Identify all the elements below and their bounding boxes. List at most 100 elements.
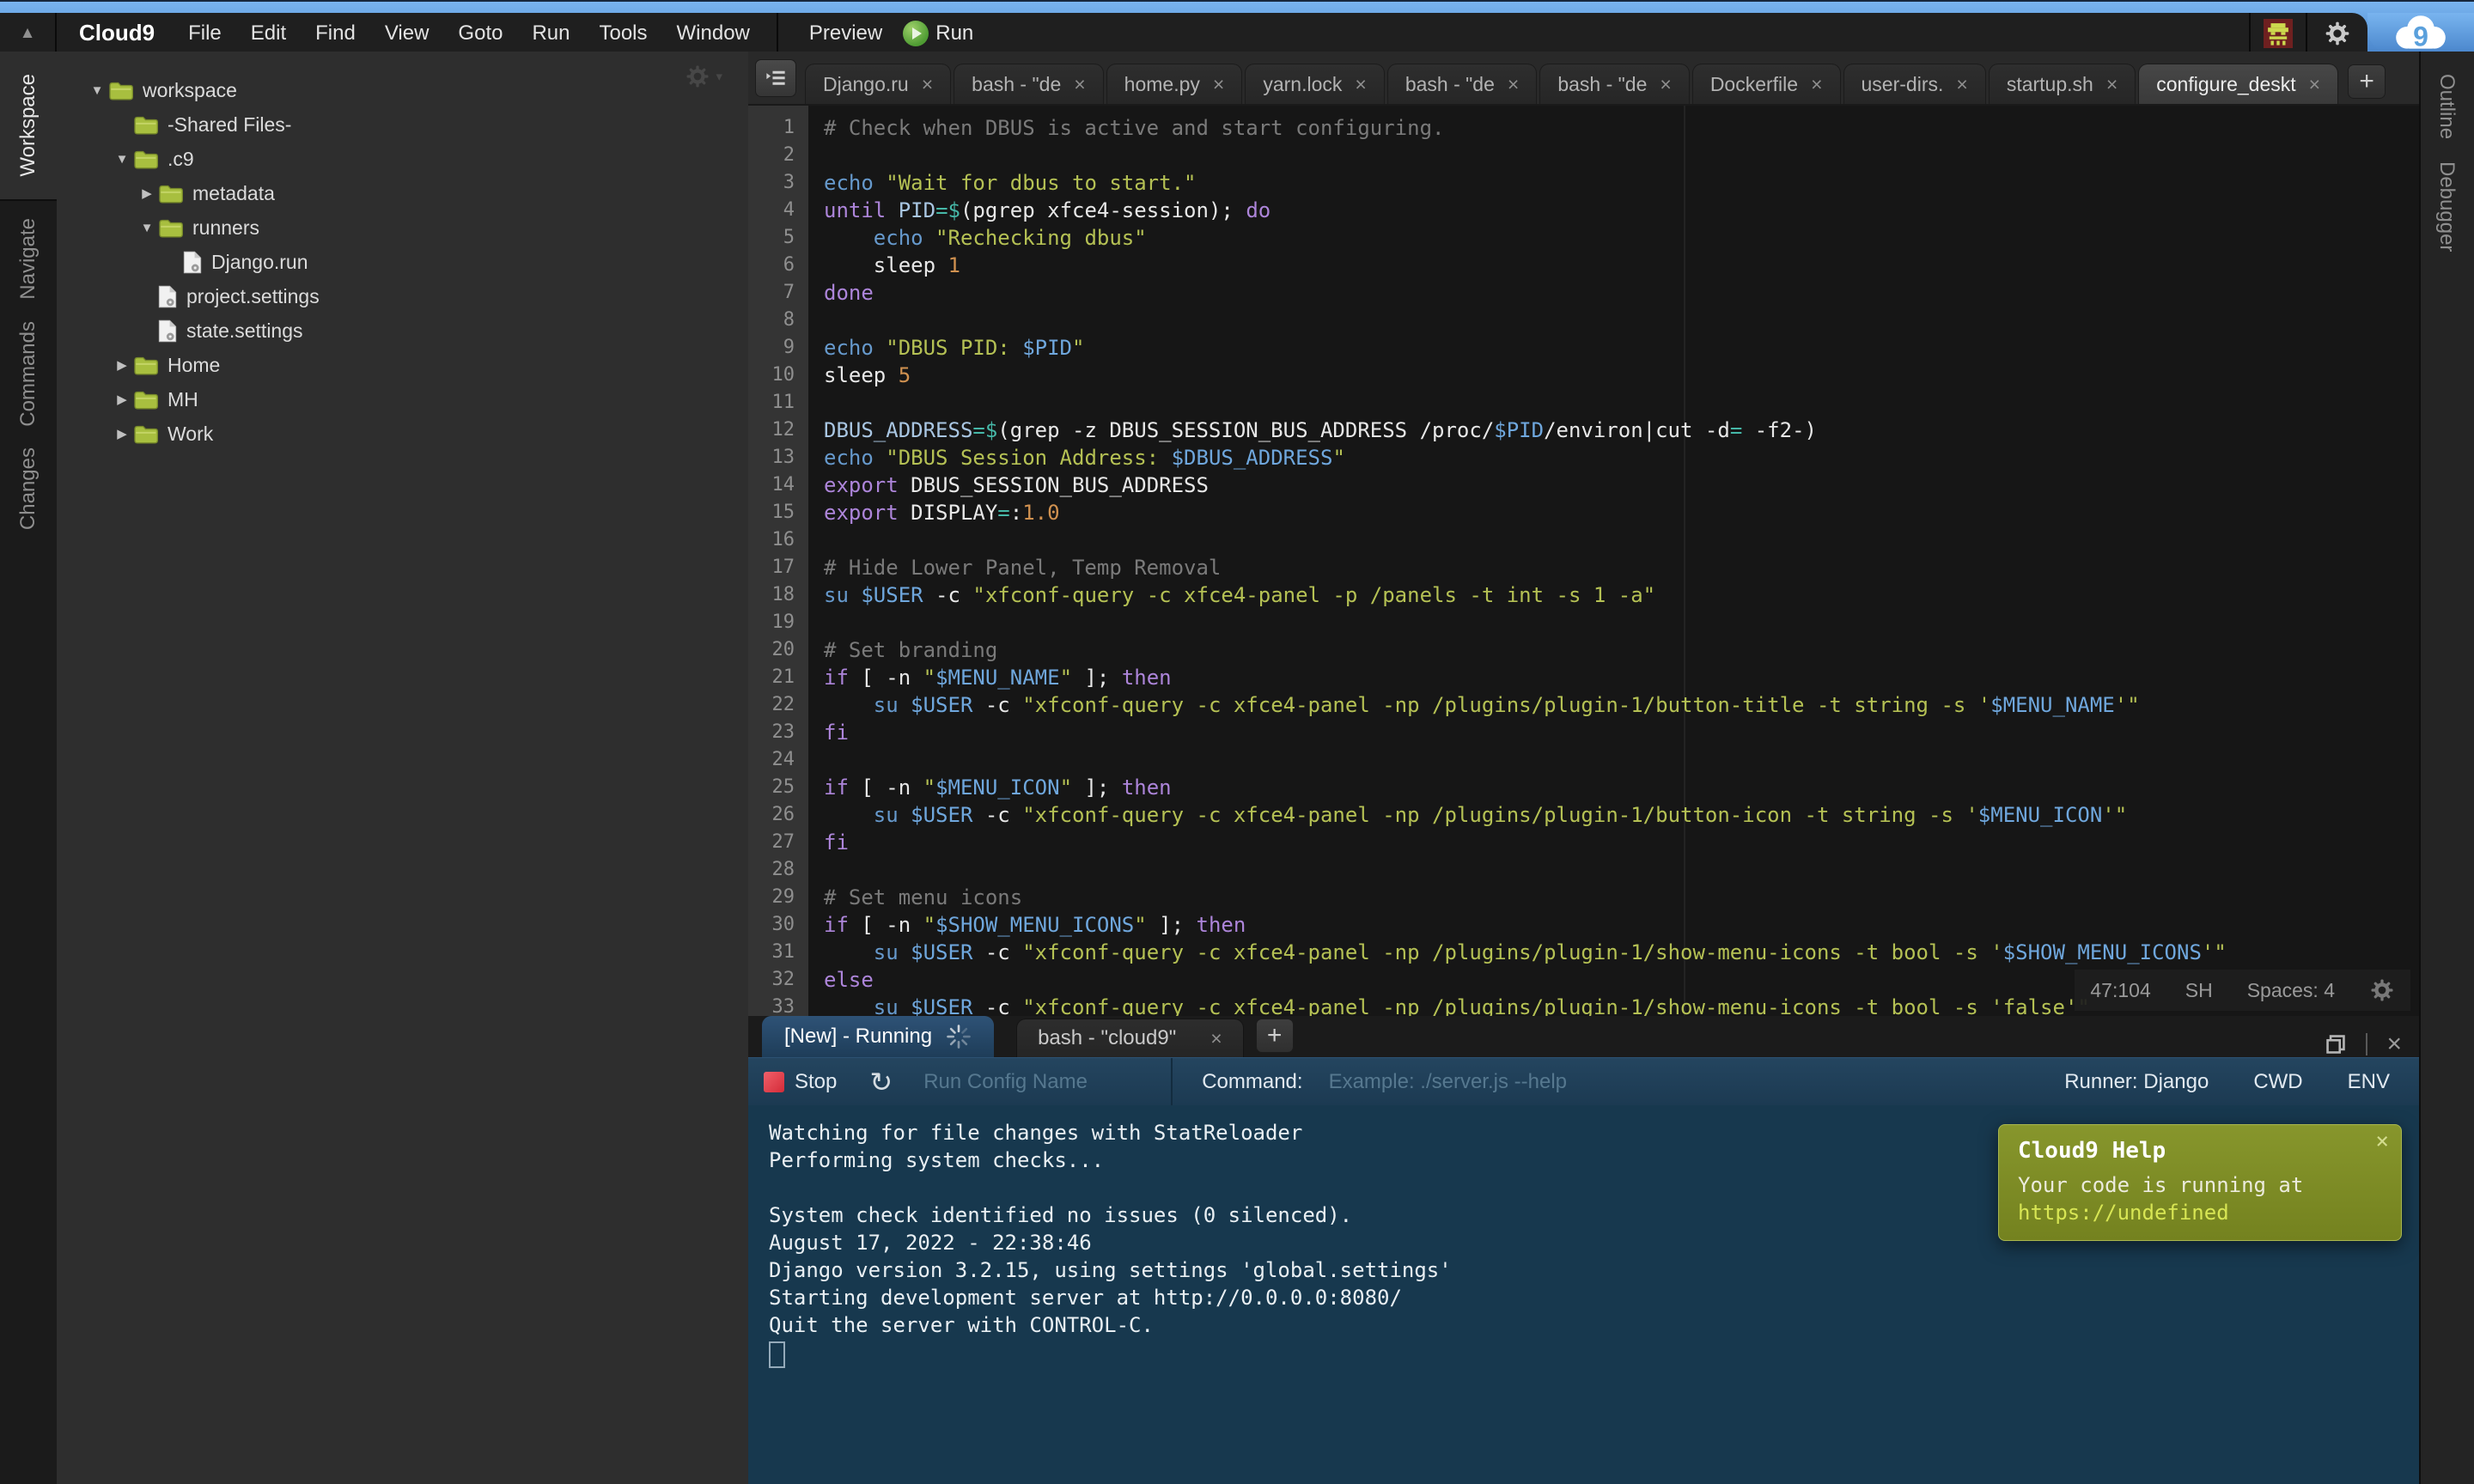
code-line: 2 [748, 142, 2419, 169]
code-line: 26 su $USER -c "xfconf-query -c xfce4-pa… [748, 801, 2419, 829]
tree-caret-icon[interactable]: ▼ [111, 152, 133, 167]
tree-item--c9[interactable]: ▼.c9 [57, 142, 748, 176]
runner-selector[interactable]: Runner: Django [2064, 1070, 2209, 1094]
editor-tab-yarn-lock[interactable]: yarn.lock× [1245, 64, 1384, 104]
tree-item-home[interactable]: ▶Home [57, 348, 748, 382]
console-tab-running[interactable]: [New] - Running [762, 1016, 994, 1057]
tab-close-icon[interactable]: × [1811, 75, 1822, 94]
sidebar-tab-debugger[interactable]: Debugger [2434, 161, 2459, 252]
editor-tab-home-py[interactable]: home.py× [1106, 64, 1243, 104]
tab-close-icon[interactable]: × [1956, 75, 1967, 94]
tree-item-state-settings[interactable]: state.settings [57, 313, 748, 348]
tab-close-icon[interactable]: × [1508, 75, 1519, 94]
menu-item-view[interactable]: View [385, 21, 430, 46]
tree-caret-icon[interactable]: ▶ [111, 392, 133, 407]
status-settings-button[interactable] [2369, 977, 2395, 1003]
sidebar-tab-outline[interactable]: Outline [2434, 74, 2459, 139]
tree-item-project-settings[interactable]: project.settings [57, 279, 748, 313]
notification-close-icon[interactable]: × [2375, 1130, 2389, 1153]
tree-caret-icon[interactable]: ▼ [136, 221, 158, 235]
code-text: echo "DBUS PID: $PID" [808, 334, 1084, 362]
tree-item-runners[interactable]: ▼runners [57, 210, 748, 245]
add-console-tab-button[interactable]: + [1256, 1019, 1294, 1053]
run-config-name-input[interactable] [922, 1069, 1149, 1095]
editor-tab-configure-deskt[interactable]: configure_deskt× [2138, 64, 2338, 104]
tree-caret-icon[interactable]: ▼ [86, 83, 108, 98]
tree-item-mh[interactable]: ▶MH [57, 382, 748, 417]
menu-item-edit[interactable]: Edit [251, 21, 286, 46]
cursor-position[interactable]: 47:104 [2090, 979, 2150, 1002]
tab-close-icon[interactable]: × [1213, 75, 1224, 94]
line-number: 3 [748, 169, 808, 197]
editor-tab-dockerfile[interactable]: Dockerfile× [1692, 64, 1841, 104]
tree-caret-icon[interactable]: ▶ [136, 186, 158, 201]
menu-item-goto[interactable]: Goto [458, 21, 503, 46]
tree-item-django-run[interactable]: Django.run [57, 245, 748, 279]
cloud9-menu[interactable]: Cloud9 [79, 20, 155, 46]
editor-tab-bash-de[interactable]: bash - "de × [1539, 64, 1690, 104]
editor-tab-startup-sh[interactable]: startup.sh× [1989, 64, 2136, 104]
editor-tab-bash-de[interactable]: bash - "de× [954, 64, 1104, 104]
indent-setting[interactable]: Spaces: 4 [2247, 979, 2335, 1002]
command-input[interactable] [1327, 1069, 1709, 1095]
editor-tab-user-dirs-[interactable]: user-dirs.× [1843, 64, 1986, 104]
tree-item-work[interactable]: ▶Work [57, 417, 748, 451]
menu-item-find[interactable]: Find [315, 21, 356, 46]
editor-tab-django-ru[interactable]: Django.ru× [805, 64, 951, 104]
restart-icon[interactable]: ↻ [869, 1066, 893, 1098]
line-number: 17 [748, 554, 808, 581]
menu-item-run[interactable]: Run [532, 21, 570, 46]
sidebar-tab-changes[interactable]: Changes [0, 431, 57, 546]
notification-link[interactable]: https://undefined [2018, 1201, 2229, 1225]
line-number: 1 [748, 114, 808, 142]
code-text: export DBUS_SESSION_BUS_ADDRESS [808, 471, 1209, 499]
menu-item-window[interactable]: Window [677, 21, 750, 46]
sidebar-tab-workspace[interactable]: Workspace [0, 52, 57, 201]
sidebar-tab-navigate[interactable]: Navigate [0, 201, 57, 316]
env-button[interactable]: ENV [2348, 1070, 2390, 1094]
code-line: 23fi [748, 719, 2419, 746]
menu-item-tools[interactable]: Tools [599, 21, 647, 46]
tree-item-metadata[interactable]: ▶metadata [57, 176, 748, 210]
tab-close-icon[interactable]: × [2309, 75, 2320, 94]
run-button[interactable]: Run [903, 21, 973, 46]
close-icon[interactable]: × [1210, 1029, 1222, 1049]
code-text: su $USER -c "xfconf-query -c xfce4-panel… [808, 581, 1655, 609]
terminal-output[interactable]: Watching for file changes with StatReloa… [748, 1105, 2419, 1484]
code-line: 28 [748, 856, 2419, 884]
close-console-icon[interactable]: × [2386, 1031, 2402, 1057]
changes-label: Changes [16, 447, 40, 530]
console-tab-bash[interactable]: bash - "cloud9" × [1016, 1019, 1244, 1057]
syntax-mode[interactable]: SH [2185, 979, 2213, 1002]
add-tab-button[interactable]: + [2348, 64, 2386, 99]
bug-report-button[interactable] [2249, 13, 2306, 53]
editor-tab-label: bash - "de [1557, 73, 1647, 96]
editor-tab-bash-de[interactable]: bash - "de× [1387, 64, 1538, 104]
tree-item-workspace[interactable]: ▼workspace [57, 73, 748, 107]
collapse-menubar-button[interactable]: ▲ [0, 13, 57, 53]
runbar-right: Runner: Django CWD ENV [2064, 1070, 2390, 1094]
tree-caret-icon[interactable]: ▶ [111, 357, 133, 373]
preferences-button[interactable] [2306, 13, 2367, 53]
preview-button[interactable]: Preview [809, 21, 882, 46]
maximize-icon[interactable] [2325, 1033, 2347, 1055]
tree-item-label: project.settings [186, 285, 320, 308]
tab-list-button[interactable] [755, 59, 796, 97]
tree-item-label: Django.run [211, 251, 308, 274]
sidebar-tab-commands[interactable]: Commands [0, 316, 57, 431]
code-line: 16 [748, 526, 2419, 554]
tab-close-icon[interactable]: × [2106, 75, 2118, 94]
cwd-button[interactable]: CWD [2253, 1070, 2302, 1094]
code-text: sleep 1 [808, 252, 960, 279]
tree-item--shared-files-[interactable]: -Shared Files- [57, 107, 748, 142]
tab-close-icon[interactable]: × [1660, 75, 1671, 94]
tab-close-icon[interactable]: × [922, 75, 933, 94]
navigate-label: Navigate [16, 218, 40, 300]
menu-item-file[interactable]: File [188, 21, 222, 46]
stop-button[interactable]: Stop [795, 1070, 837, 1094]
code-editor[interactable]: 1# Check when DBUS is active and start c… [748, 106, 2419, 1016]
tree-caret-icon[interactable]: ▶ [111, 426, 133, 441]
code-line: 13echo "DBUS Session Address: $DBUS_ADDR… [748, 444, 2419, 471]
tab-close-icon[interactable]: × [1355, 75, 1366, 94]
tab-close-icon[interactable]: × [1074, 75, 1085, 94]
